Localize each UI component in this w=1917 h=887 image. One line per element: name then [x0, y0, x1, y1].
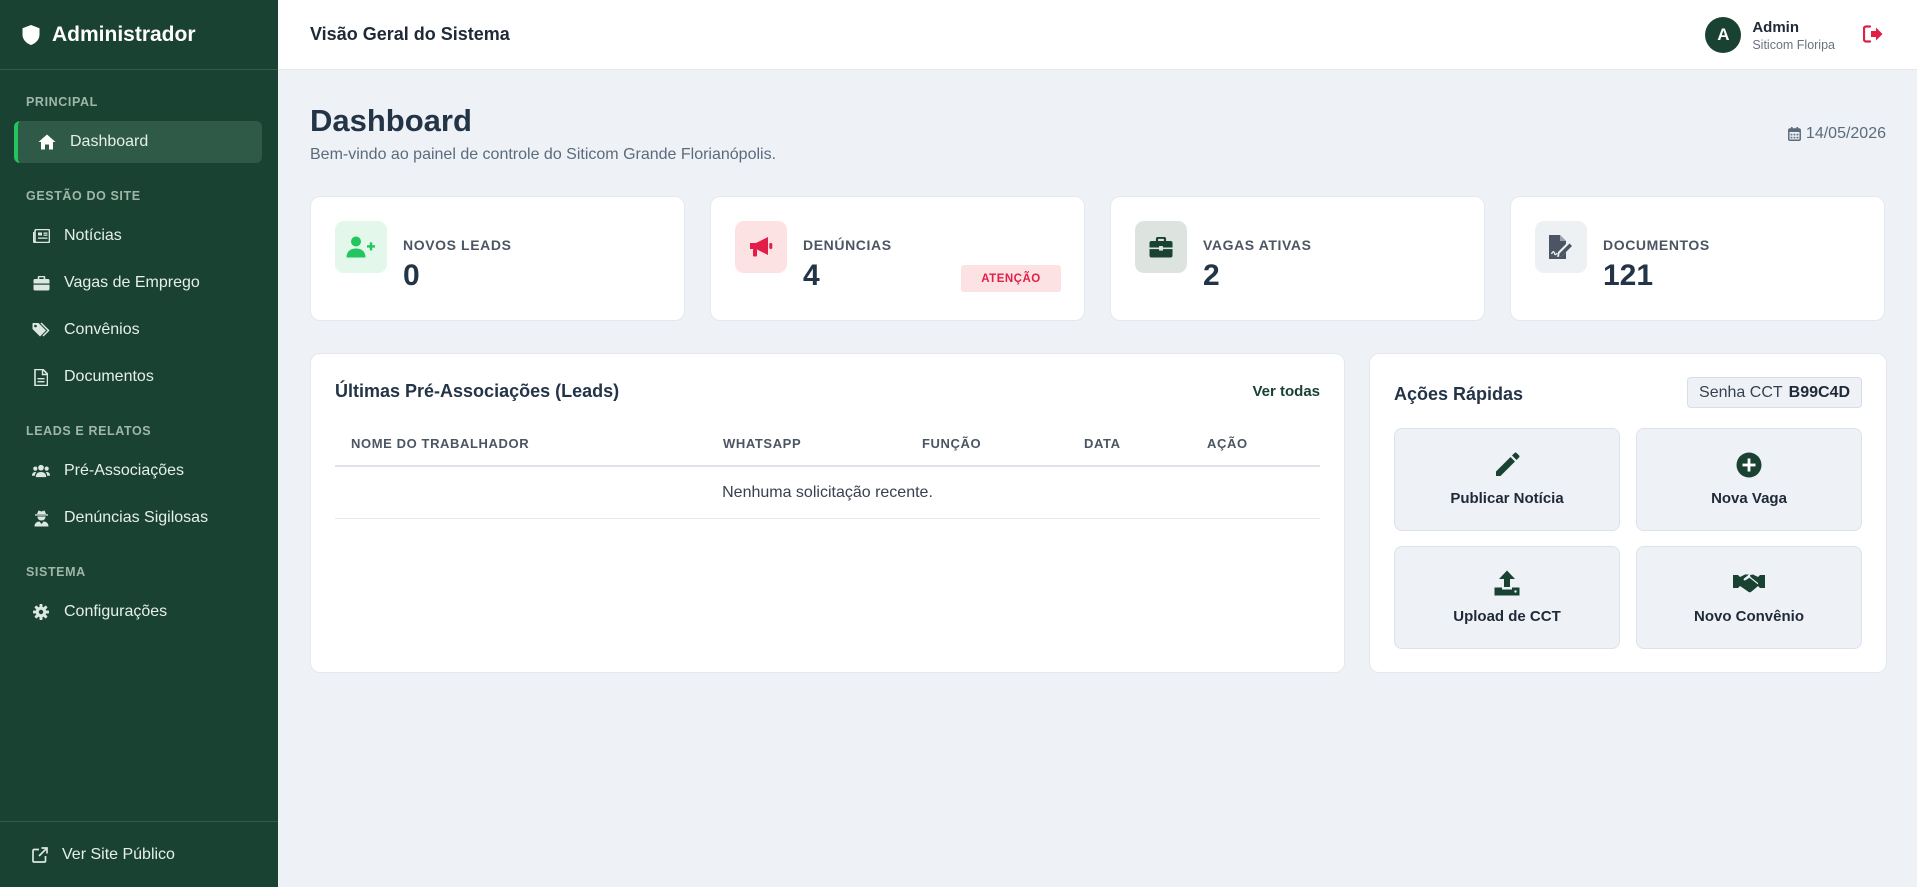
sidebar-brand[interactable]: Administrador	[0, 0, 278, 70]
user-menu[interactable]: A Admin Siticom Floripa	[1705, 17, 1835, 53]
logout-icon[interactable]	[1863, 25, 1883, 43]
stat-label: NOVOS LEADS	[403, 237, 512, 253]
status-badge: ATENÇÃO	[961, 265, 1061, 292]
stat-card-documentos[interactable]: DOCUMENTOS 121	[1510, 196, 1885, 321]
date-text: 14/05/2026	[1805, 125, 1886, 142]
handshake-icon	[1733, 569, 1765, 597]
page-subtitle: Bem-vindo ao painel de controle do Sitic…	[310, 146, 777, 163]
cct-password-label: Senha CCT	[1699, 383, 1783, 401]
table-header-divider	[335, 465, 1320, 467]
stat-value: 0	[403, 259, 420, 292]
nav-section-leads: LEADS E RELATOS	[26, 424, 152, 438]
sidebar-item-label: Convênios	[64, 321, 140, 338]
upload-cct-button[interactable]: Upload de CCT	[1394, 546, 1620, 649]
sidebar-item-documentos[interactable]: Documentos	[14, 356, 262, 398]
gear-icon	[32, 603, 50, 621]
page-title: Dashboard	[310, 103, 472, 138]
table-row-divider	[335, 518, 1320, 519]
sidebar-item-label: Configurações	[64, 603, 168, 620]
sidebar-item-label: Notícias	[64, 227, 122, 244]
user-org: Siticom Floripa	[1752, 37, 1835, 52]
user-secret-icon	[32, 509, 50, 527]
pencil-icon	[1494, 451, 1520, 479]
quick-actions-card: Ações Rápidas Senha CCT B99C4D Publicar …	[1369, 353, 1887, 673]
current-date: 14/05/2026	[1787, 125, 1886, 143]
leads-card: Últimas Pré-Associações (Leads) Ver toda…	[310, 353, 1345, 673]
briefcase-icon	[32, 274, 50, 292]
users-icon	[32, 462, 50, 480]
stat-card-denuncias[interactable]: DENÚNCIAS 4 ATENÇÃO	[710, 196, 1085, 321]
new-agreement-button[interactable]: Novo Convênio	[1636, 546, 1862, 649]
file-icon	[32, 368, 50, 386]
cct-password-badge: Senha CCT B99C4D	[1687, 377, 1862, 408]
quick-action-label: Novo Convênio	[1693, 608, 1804, 625]
quick-action-label: Upload de CCT	[1453, 608, 1561, 625]
header-title: Visão Geral do Sistema	[310, 24, 510, 44]
nav-section-principal: PRINCIPAL	[26, 95, 98, 109]
stat-card-novos-leads[interactable]: NOVOS LEADS 0	[310, 196, 685, 321]
avatar: A	[1705, 17, 1742, 53]
megaphone-icon	[735, 221, 787, 273]
quick-action-label: Nova Vaga	[1711, 490, 1787, 507]
publish-news-button[interactable]: Publicar Notícia	[1394, 428, 1620, 531]
nav-section-sistema: SISTEMA	[26, 565, 86, 579]
col-header-acao: AÇÃO	[1207, 436, 1248, 451]
home-icon	[38, 133, 56, 151]
user-plus-icon	[335, 221, 387, 273]
quick-action-label: Publicar Notícia	[1450, 490, 1564, 507]
sidebar-item-dashboard[interactable]: Dashboard	[14, 121, 262, 163]
sidebar-item-label: Pré-Associações	[64, 462, 185, 479]
sidebar-item-label: Dashboard	[70, 133, 149, 150]
sidebar-item-label: Vagas de Emprego	[64, 274, 200, 291]
calendar-icon	[1787, 127, 1801, 141]
tags-icon	[32, 321, 50, 339]
stat-value: 4	[803, 259, 820, 292]
col-header-nome: NOME DO TRABALHADOR	[351, 436, 530, 451]
see-all-link[interactable]: Ver todas	[1252, 383, 1320, 400]
col-header-data: DATA	[1084, 436, 1121, 451]
stat-value: 121	[1603, 259, 1654, 292]
new-job-button[interactable]: Nova Vaga	[1636, 428, 1862, 531]
sidebar-item-convenios[interactable]: Convênios	[14, 309, 262, 351]
stat-card-vagas-ativas[interactable]: VAGAS ATIVAS 2	[1110, 196, 1485, 321]
sidebar: Administrador PRINCIPAL Dashboard GESTÃO…	[0, 0, 278, 887]
user-name: Admin	[1752, 18, 1799, 36]
sidebar-item-label: Documentos	[64, 368, 154, 385]
quick-actions-title: Ações Rápidas	[1394, 384, 1524, 404]
external-link-icon	[32, 846, 48, 863]
plus-circle-icon	[1736, 451, 1762, 479]
sidebar-item-pre-associacoes[interactable]: Pré-Associações	[14, 450, 262, 492]
stat-value: 2	[1203, 259, 1220, 292]
newspaper-icon	[32, 227, 50, 245]
stat-label: DENÚNCIAS	[803, 237, 892, 253]
sidebar-item-vagas[interactable]: Vagas de Emprego	[14, 262, 262, 304]
shield-icon	[22, 24, 40, 45]
empty-state-text: Nenhuma solicitação recente.	[722, 484, 933, 501]
stat-label: DOCUMENTOS	[1603, 237, 1710, 253]
leads-title: Últimas Pré-Associações (Leads)	[335, 381, 620, 401]
topbar: Visão Geral do Sistema A Admin Siticom F…	[278, 0, 1917, 70]
brand-title: Administrador	[52, 22, 196, 46]
col-header-whatsapp: WHATSAPP	[723, 436, 802, 451]
file-signature-icon	[1535, 221, 1587, 273]
sidebar-item-noticias[interactable]: Notícias	[14, 215, 262, 257]
sidebar-item-denuncias[interactable]: Denúncias Sigilosas	[14, 497, 262, 539]
sidebar-item-configuracoes[interactable]: Configurações	[14, 591, 262, 633]
upload-icon	[1494, 569, 1520, 597]
view-public-site-link[interactable]: Ver Site Público	[0, 821, 278, 887]
col-header-funcao: FUNÇÃO	[922, 436, 982, 451]
sidebar-item-label: Denúncias Sigilosas	[64, 509, 209, 526]
footer-label: Ver Site Público	[62, 845, 175, 863]
cct-password-value: B99C4D	[1788, 383, 1850, 401]
stat-label: VAGAS ATIVAS	[1203, 237, 1312, 253]
nav-section-gestao: GESTÃO DO SITE	[26, 189, 141, 203]
user-info: Admin Siticom Floripa	[1752, 19, 1835, 52]
briefcase-icon	[1135, 221, 1187, 273]
